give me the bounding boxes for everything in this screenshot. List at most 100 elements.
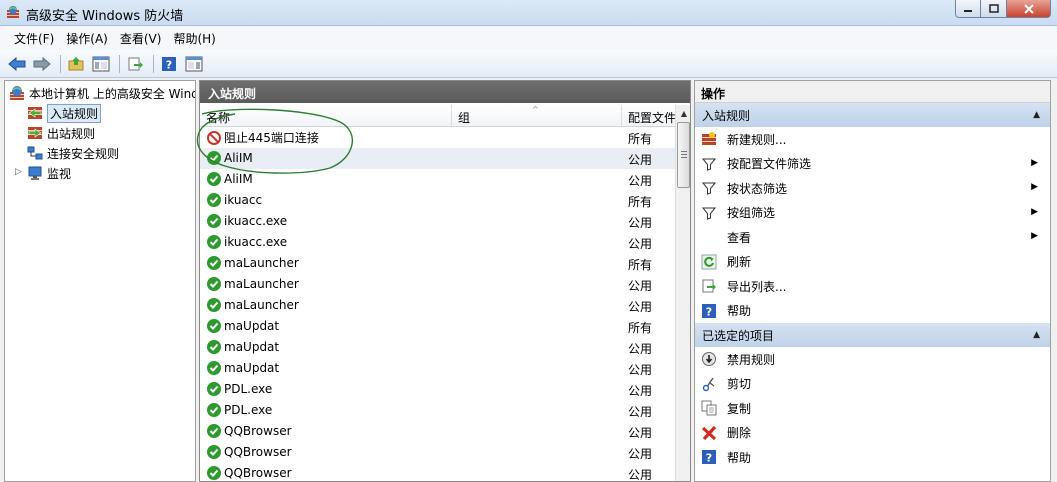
tree-item-monitoring[interactable]: 监视 (27, 163, 71, 183)
allow-rule-icon (206, 297, 222, 313)
console-tree: 本地计算机 上的高级安全 Windows 防火墙 入站规则 出站规则 连接安全规… (4, 80, 196, 482)
scroll-up-icon[interactable]: ▲ (676, 105, 690, 121)
up-folder-button[interactable] (65, 53, 87, 75)
table-row[interactable]: ikuacc.exe 公用 (200, 232, 675, 253)
minimize-button[interactable] (955, 0, 981, 18)
action-label: 剪切 (727, 377, 752, 392)
table-row[interactable]: QQBrowser 公用 (200, 442, 675, 463)
allow-rule-icon (206, 339, 222, 355)
tree-root[interactable]: 本地计算机 上的高级安全 Windows 防火墙 (9, 83, 195, 103)
filter-icon (701, 180, 717, 196)
table-row[interactable]: AliIM 公用 (200, 169, 675, 190)
copy-icon (701, 400, 717, 416)
window-title: 高级安全 Windows 防火墙 (26, 9, 184, 24)
tree-item-label: 出站规则 (47, 126, 96, 141)
toolbar: ? (0, 50, 1057, 78)
submenu-arrow-icon: ▶ (1031, 182, 1038, 192)
menu-action[interactable]: 操作(A) (60, 30, 114, 47)
table-row[interactable]: maUpdat 公用 (200, 358, 675, 379)
table-row[interactable]: ikuacc.exe 公用 (200, 211, 675, 232)
tree-item-connection-security-rules[interactable]: 连接安全规则 (27, 143, 119, 163)
action-item[interactable]: 导出列表... (695, 274, 1050, 299)
allow-rule-icon (206, 381, 222, 397)
menu-help[interactable]: 帮助(H) (167, 30, 221, 47)
firewall-icon (10, 86, 24, 100)
expand-arrow-icon[interactable]: ▷ (15, 167, 22, 177)
action-item[interactable]: 复制 (695, 396, 1050, 421)
collapse-icon[interactable]: ▲ (1033, 110, 1040, 120)
action-item[interactable]: 删除 (695, 421, 1050, 446)
allow-rule-icon (206, 318, 222, 334)
table-row[interactable]: QQBrowser 公用 (200, 463, 675, 481)
forward-arrow-icon (33, 56, 51, 71)
table-row[interactable]: maLauncher 公用 (200, 295, 675, 316)
action-item[interactable]: 查看 ▶ (695, 225, 1050, 250)
rule-profile: 所有 (628, 195, 653, 209)
rule-profile: 公用 (628, 153, 653, 167)
column-header-profile[interactable]: 配置文件 (622, 105, 675, 127)
table-row[interactable]: maLauncher 所有 (200, 253, 675, 274)
back-arrow-icon (8, 56, 26, 71)
submenu-arrow-icon: ▶ (1031, 206, 1038, 217)
action-item[interactable]: 按组筛选 ▶ (695, 201, 1050, 226)
rule-profile: 公用 (628, 426, 653, 440)
svg-text:?: ? (166, 58, 172, 71)
rules-pane: 入站规则 名称 组 配置文件 ^ 阻止445端口连接 所有 AliIM 公用 AliIM… (199, 80, 691, 482)
table-row[interactable]: AliIM 公用 (200, 148, 675, 169)
close-button[interactable] (1007, 0, 1051, 18)
section-inbound-rules[interactable]: 入站规则 ▲ (695, 103, 1050, 127)
back-button[interactable] (6, 53, 28, 75)
action-item[interactable]: 剪切 (695, 372, 1050, 397)
scrollbar-thumb[interactable] (677, 122, 690, 188)
table-row[interactable]: PDL.exe 公用 (200, 379, 675, 400)
collapse-icon[interactable]: ▲ (1033, 330, 1040, 340)
filter-icon (701, 156, 717, 172)
table-row[interactable]: maUpdat 公用 (200, 337, 675, 358)
vertical-scrollbar[interactable]: ▲ (675, 105, 690, 481)
minimize-icon (964, 9, 972, 12)
menu-file[interactable]: 文件(F) (8, 30, 60, 47)
section-selected-items[interactable]: 已选定的项目 ▲ (695, 323, 1050, 347)
action-label: 帮助 (727, 450, 752, 465)
table-row[interactable]: ikuacc 所有 (200, 190, 675, 211)
allow-rule-icon (206, 465, 222, 481)
allow-rule-icon (206, 213, 222, 229)
tree-item-inbound-rules[interactable]: 入站规则 (27, 103, 102, 123)
menu-bar: 文件(F) 操作(A) 查看(V) 帮助(H) (0, 26, 1057, 50)
rules-list: 阻止445端口连接 所有 AliIM 公用 AliIM 公用 ikuacc 所有 ikuacc.… (200, 127, 675, 481)
help-icon: ? (162, 56, 176, 71)
allow-rule-icon (206, 234, 222, 250)
table-row[interactable]: QQBrowser 公用 (200, 421, 675, 442)
export-list-button[interactable] (124, 53, 146, 75)
rule-name: ikuacc.exe (224, 235, 288, 249)
action-pane-icon (185, 56, 203, 71)
show-console-tree-button[interactable] (90, 53, 112, 75)
toolbar-separator (60, 54, 61, 73)
rule-name: AliIM (224, 172, 253, 186)
rule-name-cell: QQBrowser (206, 423, 292, 439)
action-item[interactable]: 禁用规则 (695, 347, 1050, 372)
forward-button[interactable] (31, 53, 53, 75)
help-button[interactable]: ? (158, 53, 180, 75)
action-item[interactable]: ? 帮助 (695, 445, 1050, 470)
action-item[interactable]: 按状态筛选 ▶ (695, 176, 1050, 201)
maximize-button[interactable] (981, 0, 1007, 18)
table-row[interactable]: 阻止445端口连接 所有 (200, 127, 675, 148)
table-row[interactable]: maLauncher 公用 (200, 274, 675, 295)
allow-rule-icon (206, 192, 222, 208)
table-row[interactable]: PDL.exe 公用 (200, 400, 675, 421)
menu-view[interactable]: 查看(V) (114, 30, 168, 47)
table-row[interactable]: maUpdat 所有 (200, 316, 675, 337)
rule-name-cell: ikuacc.exe (206, 213, 287, 229)
toolbar-separator (119, 54, 120, 73)
action-item[interactable]: 按配置文件筛选 ▶ (695, 152, 1050, 177)
action-item[interactable]: ? 帮助 (695, 299, 1050, 324)
action-item[interactable]: 刷新 (695, 250, 1050, 275)
action-label: 帮助 (727, 304, 752, 319)
column-header-name[interactable]: 名称 (200, 105, 452, 127)
tree-item-outbound-rules[interactable]: 出站规则 (27, 123, 95, 143)
rule-name: AliIM (224, 151, 253, 165)
action-item[interactable]: 新建规则... (695, 127, 1050, 152)
show-action-pane-button[interactable] (183, 53, 205, 75)
rule-name-cell: maUpdat (206, 339, 279, 355)
